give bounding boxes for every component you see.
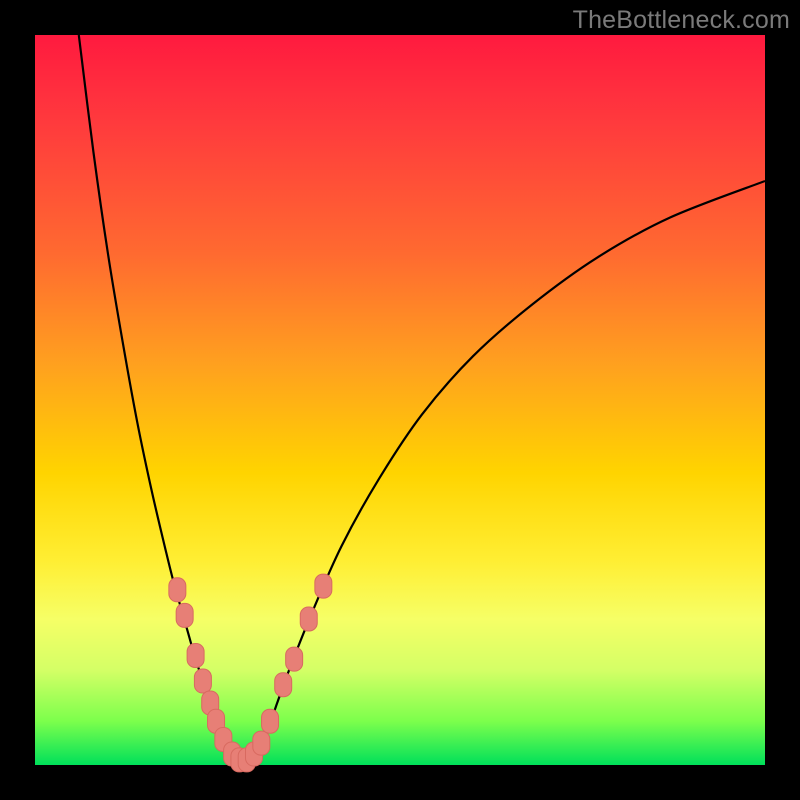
data-marker: [169, 578, 186, 602]
data-marker: [253, 731, 270, 755]
data-markers: [169, 574, 332, 772]
data-marker: [262, 709, 279, 733]
data-marker: [194, 669, 211, 693]
data-marker: [286, 647, 303, 671]
data-marker: [187, 644, 204, 668]
curve-right-branch: [239, 181, 765, 762]
data-marker: [300, 607, 317, 631]
chart-frame: TheBottleneck.com: [0, 0, 800, 800]
curve-left-branch: [79, 35, 232, 756]
data-marker: [315, 574, 332, 598]
data-marker: [176, 603, 193, 627]
watermark-text: TheBottleneck.com: [573, 6, 790, 35]
chart-svg: [35, 35, 765, 765]
chart-plot-area: [35, 35, 765, 765]
data-marker: [275, 673, 292, 697]
